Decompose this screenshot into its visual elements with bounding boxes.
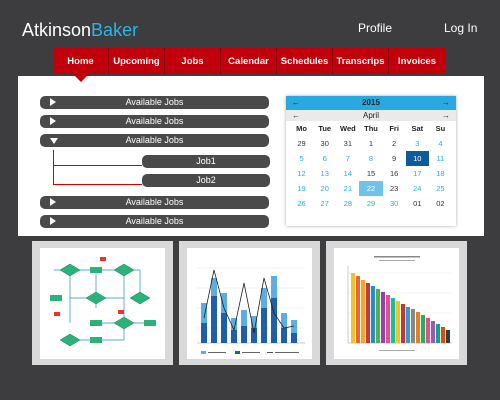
bar-chart-thumbnail	[334, 248, 459, 359]
accordion-item[interactable]: Available Jobs	[40, 115, 269, 128]
calendar-day[interactable]: 01	[406, 196, 429, 211]
calendar-day[interactable]: 26	[290, 196, 313, 211]
accordion-label: Available Jobs	[125, 116, 184, 126]
accordion-label: Available Jobs	[125, 135, 184, 145]
calendar-day[interactable]: 8	[359, 151, 382, 166]
calendar-day[interactable]: 5	[290, 151, 313, 166]
tab-schedules[interactable]: Schedules	[277, 48, 333, 74]
calendar-day[interactable]: 29	[359, 196, 382, 211]
thumbnail-tile[interactable]	[32, 241, 173, 365]
weekday-header: Fri	[389, 124, 399, 133]
calendar-day[interactable]: 02	[429, 196, 452, 211]
main-nav: Home Upcoming Jobs Calendar Schedules Tr…	[53, 48, 445, 82]
calendar-day[interactable]: 24	[406, 181, 429, 196]
calendar-year-header: ← 2015 →	[286, 96, 456, 110]
calendar-day[interactable]: 12	[290, 166, 313, 181]
calendar-day[interactable]: 27	[313, 196, 336, 211]
tab-transcrips[interactable]: Transcrips	[333, 48, 389, 74]
calendar-day[interactable]: 28	[336, 196, 359, 211]
accordion-item[interactable]: Available Jobs	[40, 96, 269, 109]
tree-connector-line	[53, 165, 142, 166]
tab-invoices[interactable]: Invoices	[389, 48, 445, 74]
next-year-arrow-icon[interactable]: →	[442, 98, 450, 107]
accordion-item-expanded[interactable]: Available Jobs	[40, 134, 269, 147]
accordion-item[interactable]: Available Jobs	[40, 196, 269, 209]
tab-home[interactable]: Home	[53, 48, 109, 82]
thumbnail-tile[interactable]	[179, 241, 320, 365]
calendar-day[interactable]: 31	[336, 136, 359, 151]
thumbnail-tile[interactable]	[326, 241, 467, 365]
weekday-header: Mo	[296, 124, 307, 133]
calendar-day[interactable]: 7	[336, 151, 359, 166]
logo-text-left: Atkinson	[22, 20, 92, 40]
calendar-day[interactable]: 30	[383, 196, 406, 211]
calendar-year: 2015	[362, 98, 380, 107]
calendar-day[interactable]: 6	[313, 151, 336, 166]
calendar-day[interactable]: 3	[406, 136, 429, 151]
logo-text-right: Baker	[91, 20, 139, 40]
weekday-header: Wed	[340, 124, 356, 133]
calendar-day[interactable]: 23	[383, 181, 406, 196]
calendar-grid: Mo Tue Wed Thu Fri Sat Su 29 30 31 1 2 3 4 5 6 7 8 9 10 11 12…	[290, 121, 452, 211]
calendar-day[interactable]: 13	[313, 166, 336, 181]
calendar-day[interactable]: 16	[383, 166, 406, 181]
calendar-day[interactable]: 29	[290, 136, 313, 151]
calendar-day[interactable]: 14	[336, 166, 359, 181]
calendar-day[interactable]: 15	[359, 166, 382, 181]
bar-chart-icon	[347, 256, 452, 351]
accordion-label: Available Jobs	[125, 197, 184, 207]
calendar-day[interactable]: 9	[383, 151, 406, 166]
next-month-arrow-icon[interactable]: →	[442, 111, 450, 120]
tree-connector-line	[53, 184, 142, 185]
tab-calendar[interactable]: Calendar	[221, 48, 277, 74]
calendar-day[interactable]: 17	[406, 166, 429, 181]
calendar-day[interactable]: 22	[359, 181, 383, 196]
calendar-month: April	[362, 111, 379, 120]
weekday-header: Tue	[318, 124, 332, 133]
logo[interactable]: AtkinsonBaker	[22, 20, 138, 41]
bar-line-chart-icon	[197, 267, 305, 354]
accordion-label: Available Jobs	[125, 97, 184, 107]
tab-jobs[interactable]: Jobs	[165, 48, 221, 74]
tab-upcoming[interactable]: Upcoming	[109, 48, 165, 74]
calendar-widget: ← 2015 → ← April → Mo Tue Wed Thu Fri Sat Su 29…	[286, 96, 456, 226]
bar-line-chart-thumbnail	[187, 248, 312, 359]
calendar-day[interactable]: 25	[429, 181, 452, 196]
calendar-day[interactable]: 2	[383, 136, 406, 151]
calendar-day[interactable]: 10	[405, 151, 429, 166]
calendar-day[interactable]: 4	[429, 136, 452, 151]
calendar-day[interactable]: 21	[336, 181, 359, 196]
weekday-header: Thu	[364, 124, 378, 133]
weekday-header: Sat	[411, 124, 424, 133]
weekday-header: Su	[435, 124, 446, 133]
calendar-month-header: ← April →	[286, 110, 456, 121]
calendar-day[interactable]: 1	[359, 136, 382, 151]
calendar-day[interactable]: 20	[313, 181, 336, 196]
accordion-item[interactable]: Available Jobs	[40, 215, 269, 228]
job-item-1[interactable]: Job1	[142, 155, 270, 168]
flowchart-icon	[50, 257, 156, 347]
calendar-day[interactable]: 19	[290, 181, 313, 196]
calendar-day[interactable]: 11	[429, 151, 452, 166]
flowchart-thumbnail	[40, 248, 165, 359]
tree-connector-line	[53, 150, 54, 184]
login-link[interactable]: Log In	[444, 21, 477, 35]
profile-link[interactable]: Profile	[358, 21, 392, 35]
calendar-day[interactable]: 30	[313, 136, 336, 151]
job-item-2[interactable]: Job2	[142, 174, 270, 187]
accordion-label: Available Jobs	[125, 216, 184, 226]
calendar-day[interactable]: 18	[429, 166, 452, 181]
